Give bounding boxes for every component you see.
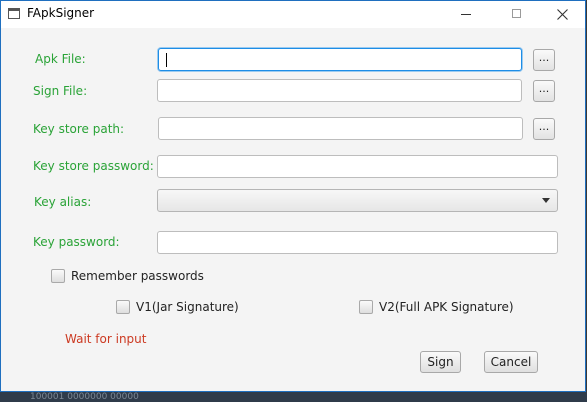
remember-passwords-label: Remember passwords — [71, 269, 204, 283]
apk-browse-button[interactable]: ... — [533, 49, 555, 71]
sign-file-input[interactable] — [157, 79, 522, 102]
remember-passwords-checkbox[interactable] — [51, 269, 65, 283]
cancel-button[interactable]: Cancel — [484, 351, 538, 373]
keystore-password-label: Key store password: — [33, 159, 154, 173]
minimize-button[interactable] — [448, 1, 484, 28]
text-caret — [166, 53, 167, 67]
key-password-label: Key password: — [33, 235, 120, 249]
sign-button[interactable]: Sign — [420, 351, 461, 373]
window-title: FApkSigner — [27, 6, 95, 20]
v1-signature-label: V1(Jar Signature) — [136, 300, 239, 314]
key-alias-dropdown[interactable] — [157, 189, 558, 212]
chevron-down-icon — [542, 198, 550, 203]
maximize-icon — [511, 9, 521, 18]
minimize-icon — [461, 14, 471, 15]
keystore-browse-button[interactable]: ... — [533, 118, 555, 140]
v2-signature-label: V2(Full APK Signature) — [379, 300, 514, 314]
close-button[interactable] — [544, 1, 580, 28]
v2-signature-checkbox[interactable] — [359, 300, 373, 314]
v1-signature-checkbox[interactable] — [116, 300, 130, 314]
apk-file-label: Apk File: — [35, 52, 86, 66]
background-partial-text: 100001 0000000 00000 — [30, 392, 139, 402]
keystore-path-input[interactable] — [158, 117, 523, 140]
keystore-password-input[interactable] — [157, 155, 558, 178]
key-alias-label: Key alias: — [34, 195, 92, 209]
status-text: Wait for input — [65, 332, 147, 346]
apk-signer-window: FApkSigner Apk File: ... Sign File: ... … — [0, 0, 586, 392]
title-bar[interactable]: FApkSigner — [1, 1, 585, 28]
sign-browse-button[interactable]: ... — [533, 80, 555, 102]
apk-file-input[interactable] — [158, 48, 522, 71]
sign-file-label: Sign File: — [33, 84, 88, 98]
maximize-button[interactable] — [498, 1, 534, 28]
key-password-input[interactable] — [157, 231, 558, 254]
keystore-path-label: Key store path: — [33, 122, 125, 136]
close-icon — [556, 9, 568, 20]
app-window-icon — [8, 8, 20, 19]
